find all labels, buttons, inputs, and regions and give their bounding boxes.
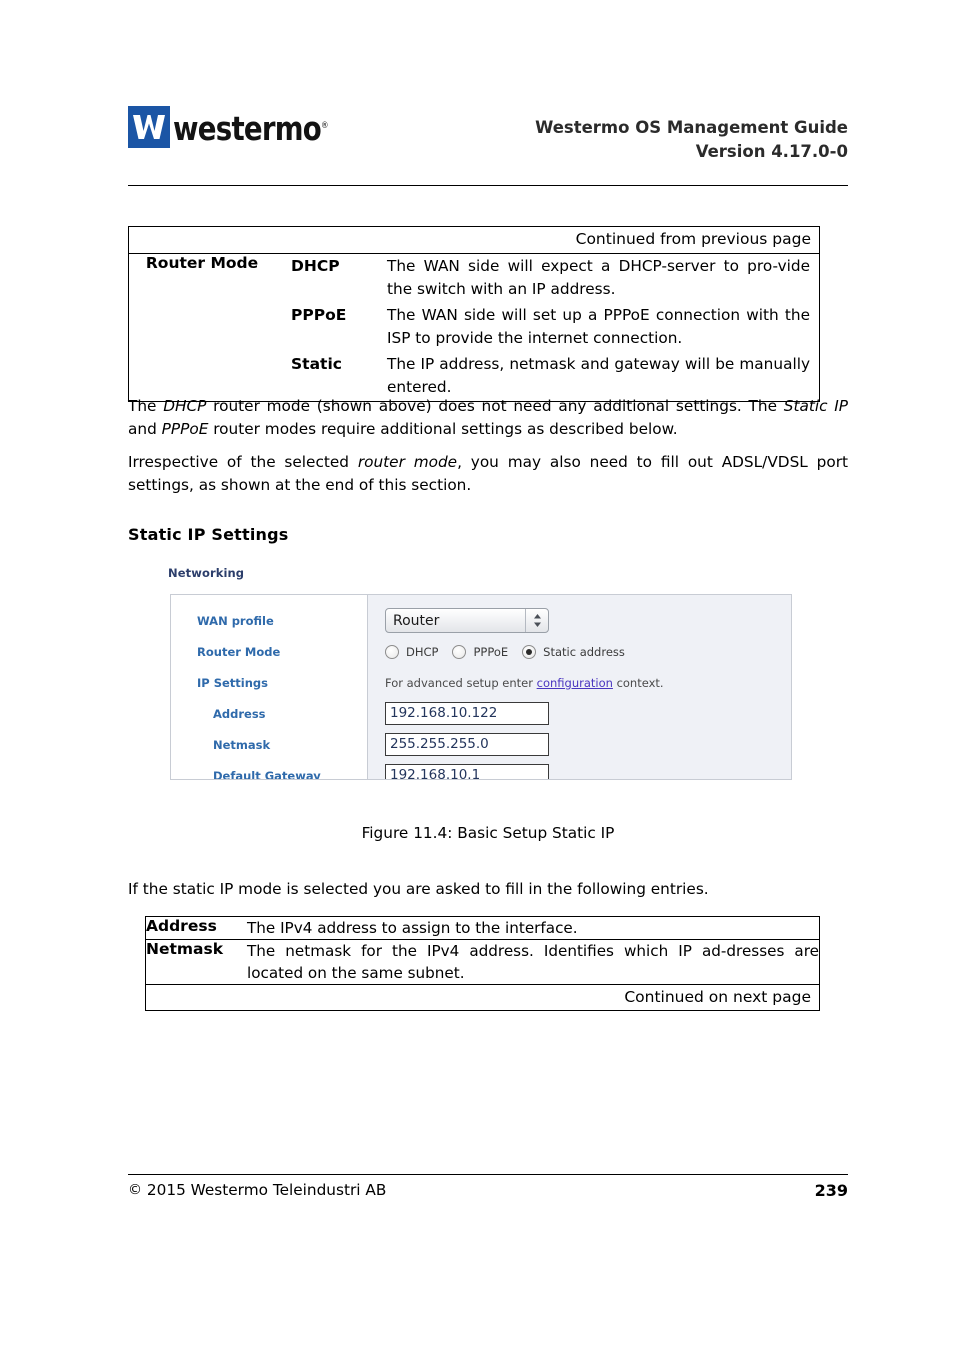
header-title-line2: Version 4.17.0-0 [695, 142, 848, 161]
router-mode-radio-group: DHCP PPPoE Static address [385, 644, 639, 659]
helper-text-before: For advanced setup enter [385, 675, 537, 690]
p1-emph-static-ip: Static IP [783, 397, 848, 415]
radio-dhcp-icon[interactable] [385, 644, 399, 659]
term-dhcp: DHCP [291, 257, 340, 275]
bottom-term-address: Address [146, 917, 217, 935]
table-row-netmask: Netmask The netmask for the IPv4 address… [146, 940, 820, 985]
address-label: Address [213, 706, 266, 721]
document-page: westermo® Westermo OS Management Guide V… [0, 0, 954, 1350]
table-row: Router Mode DHCP The WAN side will expec… [129, 254, 820, 402]
router-mode-definitions: DHCP The WAN side will expect a DHCP-ser… [275, 254, 820, 402]
p1-seg-c: and [128, 420, 162, 438]
radio-static-address-icon-selected[interactable] [522, 644, 537, 659]
westermo-w-logo-icon [128, 106, 170, 148]
radio-option-pppoe[interactable]: PPPoE [452, 644, 509, 659]
section-heading-static-ip-settings: Static IP Settings [128, 525, 289, 544]
definition-pppoe: The WAN side will set up a PPPoE connect… [387, 306, 810, 347]
table-row-address: Address The IPv4 address to assign to th… [146, 917, 820, 940]
p1-seg-b: router mode (shown above) does not need … [206, 397, 784, 415]
helper-text-after: context. [612, 675, 664, 690]
router-mode-table: Continued from previous page Router Mode… [128, 226, 820, 402]
footer-divider [128, 1174, 848, 1175]
westermo-logo: westermo® [128, 106, 340, 149]
router-mode-label: Router Mode [197, 644, 281, 659]
address-input[interactable]: 192.168.10.122 [385, 702, 549, 725]
page-header: westermo® Westermo OS Management Guide V… [128, 100, 848, 170]
registered-trademark-icon: ® [321, 121, 329, 131]
figure-caption: Figure 11.4: Basic Setup Static IP [361, 824, 615, 842]
term-pppoe: PPPoE [291, 306, 347, 324]
continued-from-previous-page-note: Continued from previous page [128, 226, 820, 254]
logo-wordmark: westermo® [173, 106, 329, 149]
wan-profile-select[interactable]: Router [385, 608, 549, 633]
definition-static: The IP address, netmask and gateway will… [387, 355, 810, 396]
header-title: Westermo OS Management Guide Version 4.1… [535, 116, 848, 164]
ip-settings-label: IP Settings [197, 675, 268, 690]
wan-profile-selected-value: Router [393, 612, 440, 629]
radio-option-static-address[interactable]: Static address [522, 644, 625, 659]
figure-screenshot: Networking WAN profile Router Router Mod… [160, 566, 794, 780]
netmask-input[interactable]: 255.255.255.0 [385, 733, 549, 756]
form-row-default-gateway: Default Gateway 192.168.10.1 [171, 760, 791, 780]
bottom-definition-netmask: The netmask for the IPv4 address. Identi… [247, 942, 819, 982]
radio-static-address-label: Static address [543, 644, 625, 659]
bottom-term-netmask: Netmask [146, 940, 224, 958]
configuration-link[interactable]: configuration [537, 676, 613, 690]
p2-seg-a: Irrespective of the selected [128, 453, 358, 471]
form-row-netmask: Netmask 255.255.255.0 [171, 729, 791, 760]
form-row-router-mode: Router Mode DHCP PPPoE Static address [171, 636, 791, 667]
form-row-wan-profile: WAN profile Router [171, 605, 791, 636]
paragraph-router-modes: The DHCP router mode (shown above) does … [128, 395, 848, 441]
default-gateway-input[interactable]: 192.168.10.1 [385, 764, 549, 779]
form-row-address: Address 192.168.10.122 [171, 698, 791, 729]
networking-settings-panel: WAN profile Router Router Mode DHCP PPPo… [170, 594, 792, 780]
networking-panel-title: Networking [168, 566, 245, 580]
static-ip-entries-table: Address The IPv4 address to assign to th… [145, 916, 820, 1011]
footer-copyright: © 2015 Westermo Teleindustri AB [128, 1181, 386, 1199]
router-mode-row-label: Router Mode [145, 254, 259, 272]
bottom-definition-address: The IPv4 address to assign to the interf… [247, 919, 578, 937]
paragraph-adsl-note: Irrespective of the selected router mode… [128, 451, 848, 497]
default-gateway-label: Default Gateway [213, 768, 321, 780]
continued-on-next-page-note: Continued on next page [145, 984, 820, 1011]
ip-settings-helper-text: For advanced setup enter configuration c… [385, 676, 664, 690]
paragraph-static-ip-entries: If the static IP mode is selected you ar… [128, 880, 709, 898]
p1-seg-a: The [128, 397, 164, 415]
wan-profile-label: WAN profile [197, 613, 274, 628]
netmask-label: Netmask [213, 737, 271, 752]
p2-emph-router-mode: router mode [357, 453, 458, 471]
page-number: 239 [814, 1181, 848, 1200]
radio-pppoe-label: PPPoE [473, 644, 509, 659]
table-row-continued-on: Continued on next page [145, 984, 820, 1011]
p1-emph-pppoe: PPPoE [161, 420, 209, 438]
logo-word-text: westermo [173, 109, 322, 148]
table-row-continued-from: Continued from previous page [128, 226, 820, 254]
header-title-line1: Westermo OS Management Guide [535, 118, 848, 137]
select-updown-chevron-icon [525, 609, 548, 632]
p1-emph-dhcp: DHCP [163, 397, 207, 415]
footer-copyright-text: 2015 Westermo Teleindustri AB [146, 1181, 387, 1199]
radio-pppoe-icon[interactable] [452, 644, 467, 659]
header-divider [128, 185, 848, 186]
term-static: Static [291, 355, 342, 373]
form-row-ip-settings: IP Settings For advanced setup enter con… [171, 667, 791, 698]
definition-dhcp: The WAN side will expect a DHCP-server t… [387, 257, 810, 298]
radio-option-dhcp[interactable]: DHCP [385, 644, 439, 659]
radio-dhcp-label: DHCP [406, 644, 439, 659]
copyright-icon: © [128, 1182, 142, 1198]
p1-seg-d: router modes require additional settings… [208, 420, 678, 438]
